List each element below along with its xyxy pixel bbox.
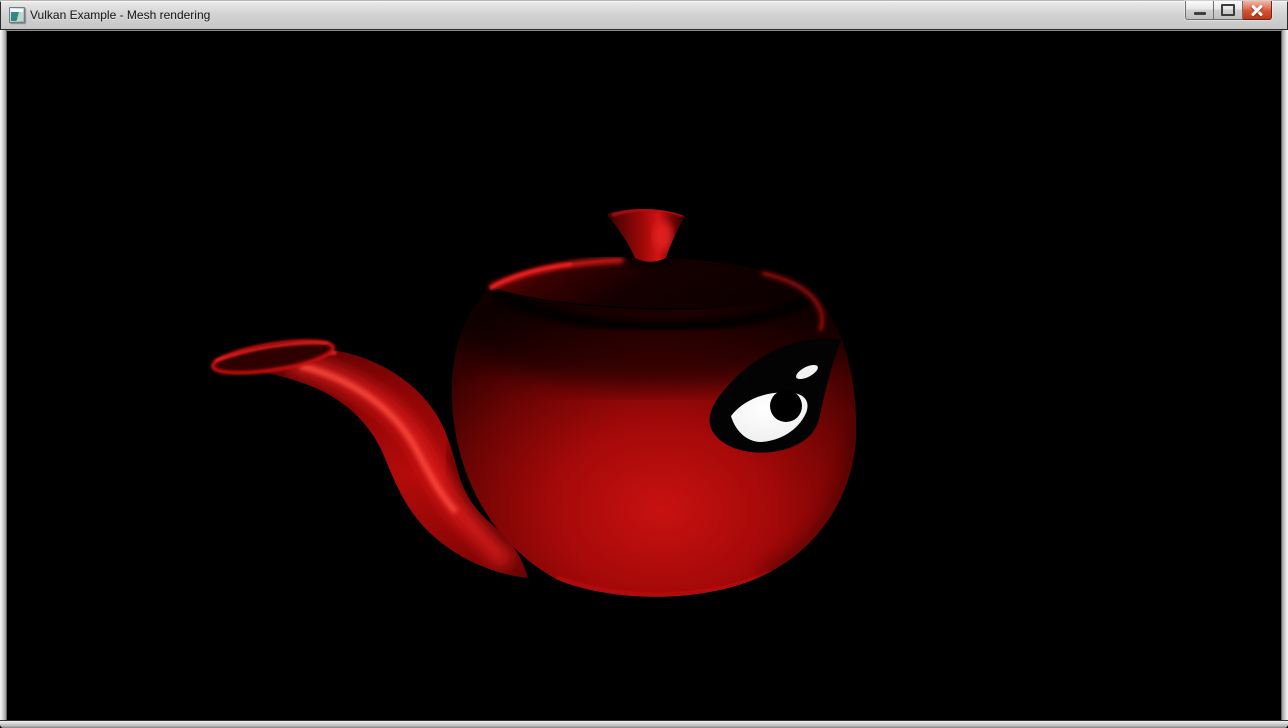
title-bar[interactable]: Vulkan Example - Mesh rendering (0, 0, 1288, 31)
caption-buttons (1185, 1, 1272, 20)
window-border-right[interactable] (1281, 30, 1288, 728)
minimize-icon (1194, 12, 1206, 15)
teapot-scene (7, 31, 1281, 720)
maximize-button[interactable] (1214, 1, 1243, 20)
window-border-left[interactable] (0, 30, 7, 728)
window-border-bottom[interactable] (0, 720, 1288, 728)
app-icon[interactable] (9, 7, 25, 23)
window-title: Vulkan Example - Mesh rendering (30, 8, 210, 22)
app-window: Vulkan Example - Mesh rendering (0, 0, 1288, 728)
minimize-button[interactable] (1185, 1, 1214, 20)
app-icon-screen (11, 12, 23, 21)
close-icon (1250, 3, 1264, 17)
eye-pupil (770, 390, 802, 422)
maximize-icon (1221, 4, 1235, 16)
close-button[interactable] (1243, 1, 1272, 20)
render-viewport[interactable] (7, 31, 1281, 720)
screenshot-root: Vulkan Example - Mesh rendering (0, 0, 1288, 728)
